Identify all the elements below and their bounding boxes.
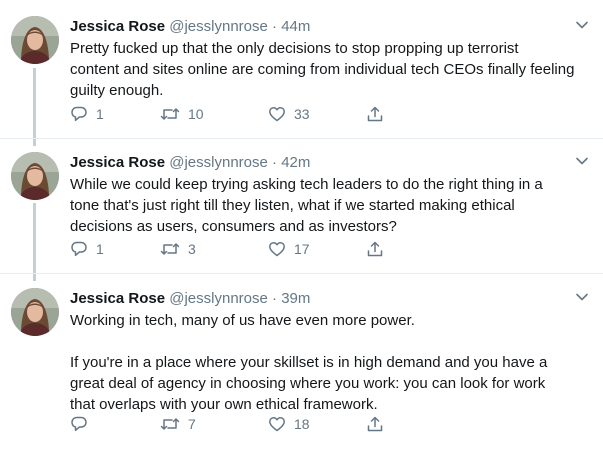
avatar[interactable]: [11, 152, 59, 200]
like-button[interactable]: 33: [268, 103, 310, 125]
avatar[interactable]: [11, 16, 59, 64]
reply-button[interactable]: 1: [70, 238, 104, 260]
share-icon: [366, 105, 384, 123]
reply-icon: [70, 415, 88, 433]
tweet-timestamp[interactable]: 42m: [281, 154, 310, 171]
chevron-down-icon[interactable]: [575, 154, 589, 168]
tweet-divider: [0, 138, 603, 139]
share-icon: [366, 415, 384, 433]
dot-separator: ·: [272, 290, 278, 307]
reply-button[interactable]: [70, 413, 96, 435]
tweet-text: Pretty fucked up that the only decisions…: [70, 40, 575, 99]
like-button[interactable]: 17: [268, 238, 310, 260]
retweet-count: 7: [188, 416, 196, 432]
chevron-down-icon[interactable]: [575, 18, 589, 32]
tweet-header: Jessica Rose @jesslynnrose · 44m: [70, 16, 591, 38]
tweet-timestamp[interactable]: 44m: [281, 18, 310, 35]
tweet-header: Jessica Rose @jesslynnrose · 39m: [70, 288, 591, 310]
retweet-count: 3: [188, 241, 196, 257]
author-name[interactable]: Jessica Rose: [70, 290, 165, 307]
dot-separator: ·: [272, 154, 278, 171]
share-icon: [366, 240, 384, 258]
tweet-timestamp[interactable]: 39m: [281, 290, 310, 307]
author-name[interactable]: Jessica Rose: [70, 154, 165, 171]
retweet-icon: [160, 415, 180, 433]
reply-icon: [70, 105, 88, 123]
retweet-button[interactable]: 7: [160, 413, 196, 435]
tweet-text: While we could keep trying asking tech l…: [70, 176, 543, 235]
retweet-icon: [160, 105, 180, 123]
avatar[interactable]: [11, 288, 59, 336]
reply-count: 1: [96, 241, 104, 257]
author-handle[interactable]: @jesslynnrose: [169, 154, 268, 171]
retweet-icon: [160, 240, 180, 258]
retweet-count: 10: [188, 106, 204, 122]
reply-icon: [70, 240, 88, 258]
tweet[interactable]: Jessica Rose @jesslynnrose · 39m Working…: [0, 288, 603, 448]
like-button[interactable]: 18: [268, 413, 310, 435]
tweet[interactable]: Jessica Rose @jesslynnrose · 44m Pretty …: [0, 16, 603, 136]
like-count: 33: [294, 106, 310, 122]
tweet[interactable]: Jessica Rose @jesslynnrose · 42m While w…: [0, 152, 603, 272]
dot-separator: ·: [272, 18, 278, 35]
tweet-actions: 7 18: [70, 413, 390, 435]
author-handle[interactable]: @jesslynnrose: [169, 290, 268, 307]
share-button[interactable]: [366, 413, 384, 435]
tweet-actions: 1 3 17: [70, 238, 390, 260]
tweet-header: Jessica Rose @jesslynnrose · 42m: [70, 152, 591, 174]
like-count: 17: [294, 241, 310, 257]
retweet-button[interactable]: 10: [160, 103, 204, 125]
tweet-actions: 1 10 33: [70, 103, 390, 125]
heart-icon: [268, 105, 286, 123]
author-name[interactable]: Jessica Rose: [70, 18, 165, 35]
share-button[interactable]: [366, 238, 384, 260]
reply-button[interactable]: 1: [70, 103, 104, 125]
like-count: 18: [294, 416, 310, 432]
heart-icon: [268, 415, 286, 433]
tweet-text: Working in tech, many of us have even mo…: [70, 312, 548, 413]
retweet-button[interactable]: 3: [160, 238, 196, 260]
chevron-down-icon[interactable]: [575, 290, 589, 304]
tweet-thread: Jessica Rose @jesslynnrose · 44m Pretty …: [0, 0, 603, 452]
reply-count: 1: [96, 106, 104, 122]
share-button[interactable]: [366, 103, 384, 125]
tweet-divider: [0, 273, 603, 274]
heart-icon: [268, 240, 286, 258]
author-handle[interactable]: @jesslynnrose: [169, 18, 268, 35]
